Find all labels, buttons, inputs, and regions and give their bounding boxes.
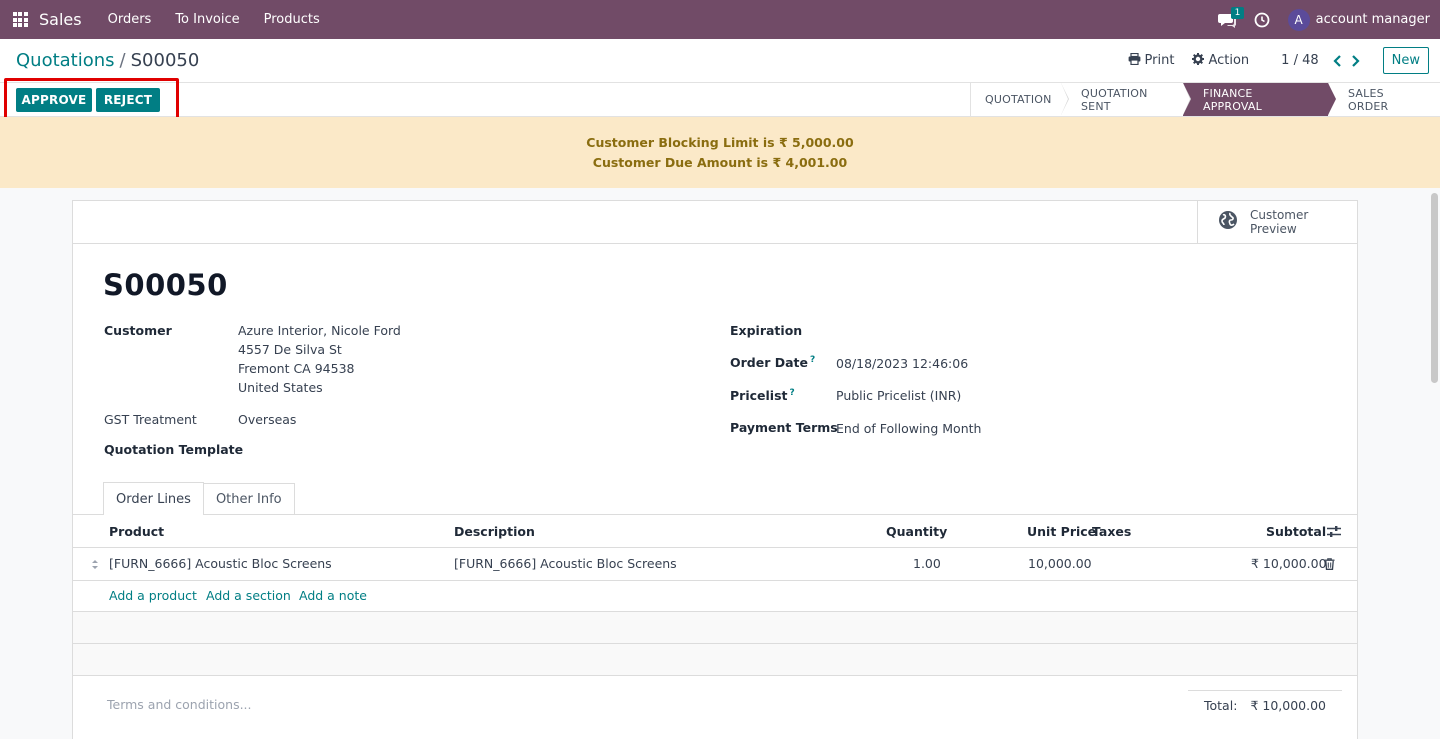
stage-label: QUOTATION: [985, 93, 1052, 106]
expiration-label: Expiration: [730, 323, 803, 338]
payment-terms-field[interactable]: End of Following Month: [836, 419, 981, 438]
row-description[interactable]: [FURN_6666] Acoustic Bloc Screens: [454, 556, 677, 571]
customer-name[interactable]: Azure Interior, Nicole Ford: [238, 321, 401, 340]
gst-treatment-field[interactable]: Overseas: [238, 410, 296, 429]
drag-handle-icon[interactable]: [91, 559, 99, 574]
pager-value[interactable]: 1 / 48: [1281, 53, 1318, 68]
customer-city: Fremont CA 94538: [238, 361, 355, 376]
app-brand[interactable]: Sales: [39, 10, 82, 29]
status-stages: QUOTATION QUOTATION SENT FINANCE APPROVA…: [970, 83, 1440, 117]
breadcrumb-quotations[interactable]: Quotations: [16, 50, 115, 71]
menu-orders[interactable]: Orders: [96, 12, 164, 27]
page-scrollbar[interactable]: [1431, 193, 1438, 383]
col-product[interactable]: Product: [109, 524, 164, 539]
gst-treatment-label: GST Treatment: [104, 412, 197, 427]
customer-preview-button[interactable]: Customer Preview: [1197, 201, 1357, 243]
add-note-link[interactable]: Add a note: [299, 588, 367, 603]
pricelist-field[interactable]: Public Pricelist (INR): [836, 386, 961, 405]
order-date-label-text: Order Date: [730, 355, 808, 371]
breadcrumb-separator: /: [119, 50, 126, 71]
table-row[interactable]: [FURN_6666] Acoustic Bloc Screens [FURN_…: [73, 548, 1357, 581]
row-product[interactable]: [FURN_6666] Acoustic Bloc Screens: [109, 556, 332, 571]
total-summary: Total: ₹ 10,000.00: [1188, 690, 1342, 713]
print-label: Print: [1144, 53, 1175, 68]
row-unit-price[interactable]: 10,000.00: [1028, 556, 1092, 571]
action-button[interactable]: Action: [1192, 52, 1250, 69]
activity-clock-icon[interactable]: [1254, 12, 1270, 28]
menu-products[interactable]: Products: [252, 12, 332, 27]
globe-icon: [1218, 210, 1238, 234]
new-button[interactable]: New: [1382, 47, 1429, 74]
top-navbar: Sales Orders To Invoice Products 1 A acc…: [0, 0, 1440, 39]
stage-finance-approval[interactable]: FINANCE APPROVAL: [1183, 83, 1336, 116]
stage-quotation[interactable]: QUOTATION: [971, 83, 1069, 116]
col-unit-price[interactable]: Unit Price: [1027, 524, 1096, 539]
smart-button-box: Customer Preview: [73, 201, 1357, 244]
print-icon: [1128, 52, 1141, 69]
col-subtotal[interactable]: Subtotal: [1266, 524, 1326, 539]
empty-row: [73, 644, 1357, 676]
empty-row: [73, 612, 1357, 644]
action-label: Action: [1208, 53, 1250, 68]
user-menu[interactable]: A account manager: [1287, 8, 1430, 31]
customer-country: United States: [238, 380, 323, 395]
tab-order-lines[interactable]: Order Lines: [103, 482, 204, 515]
help-tooltip-icon[interactable]: ?: [789, 388, 794, 398]
quotation-template-label: Quotation Template: [104, 442, 244, 457]
control-panel: Quotations / S00050 Print Action 1 / 48 Ne…: [0, 39, 1440, 83]
preview-line-1: Customer: [1250, 208, 1309, 222]
blocking-limit-text: Customer Blocking Limit is ₹ 5,000.00: [586, 135, 854, 150]
tab-other-info[interactable]: Other Info: [203, 483, 295, 515]
print-button[interactable]: Print: [1128, 52, 1175, 69]
stage-label: QUOTATION SENT: [1081, 86, 1148, 113]
breadcrumb: Quotations / S00050: [16, 50, 199, 71]
pager-next-icon[interactable]: [1347, 52, 1365, 70]
customer-preview-label: Customer Preview: [1250, 208, 1308, 236]
customer-field[interactable]: Azure Interior, Nicole Ford 4557 De Silv…: [238, 321, 401, 397]
chat-count-badge: 1: [1230, 6, 1245, 19]
total-value: ₹ 10,000.00: [1250, 698, 1326, 713]
col-taxes[interactable]: Taxes: [1092, 524, 1131, 539]
customer-street: 4557 De Silva St: [238, 342, 342, 357]
customer-label: Customer: [104, 323, 172, 338]
stage-sales-order[interactable]: SALES ORDER: [1328, 83, 1440, 116]
due-amount-text: Customer Due Amount is ₹ 4,001.00: [592, 155, 848, 170]
highlight-annotation-box: [4, 78, 179, 122]
add-line-row: Add a product Add a section Add a note: [73, 581, 1357, 612]
user-name: account manager: [1315, 12, 1430, 27]
form-sheet: Customer Preview S00050 Customer Azure I…: [72, 200, 1358, 739]
order-date-label: Order Date?: [730, 355, 815, 370]
optional-columns-toggle-icon[interactable]: [1327, 525, 1341, 542]
add-product-link[interactable]: Add a product: [109, 588, 197, 603]
total-label: Total:: [1204, 698, 1238, 713]
terms-input[interactable]: Terms and conditions...: [107, 697, 252, 712]
order-lines-header: Product Description Quantity Unit Price …: [73, 515, 1357, 548]
preview-line-2: Preview: [1250, 222, 1297, 236]
gear-icon: [1192, 52, 1205, 69]
menu-to-invoice[interactable]: To Invoice: [163, 12, 251, 27]
help-tooltip-icon[interactable]: ?: [810, 355, 815, 365]
order-date-field[interactable]: 08/18/2023 12:46:06: [836, 354, 968, 373]
col-quantity[interactable]: Quantity: [886, 524, 947, 539]
add-section-link[interactable]: Add a section: [206, 588, 291, 603]
stage-label: SALES ORDER: [1348, 86, 1389, 113]
row-subtotal: ₹ 10,000.00: [1251, 556, 1327, 571]
status-row: APPROVE REJECT QUOTATION QUOTATION SENT …: [0, 78, 1440, 122]
chat-icon[interactable]: 1: [1217, 6, 1245, 30]
trash-icon[interactable]: [1324, 558, 1335, 574]
col-description[interactable]: Description: [454, 524, 535, 539]
payment-terms-label: Payment Terms: [730, 420, 838, 435]
row-quantity[interactable]: 1.00: [913, 556, 941, 571]
pricelist-label-text: Pricelist: [730, 388, 788, 404]
notebook-tabs: Order Lines Other Info: [103, 482, 295, 515]
pager-previous-icon[interactable]: [1329, 52, 1347, 70]
stage-quotation-sent[interactable]: QUOTATION SENT: [1061, 83, 1191, 116]
breadcrumb-current: S00050: [130, 50, 200, 71]
user-avatar: A: [1287, 8, 1310, 31]
credit-limit-alert: Customer Blocking Limit is ₹ 5,000.00 Cu…: [0, 117, 1440, 188]
pricelist-label: Pricelist?: [730, 388, 795, 403]
apps-menu-icon[interactable]: [2, 0, 38, 39]
record-title: S00050: [103, 268, 228, 302]
stage-label: FINANCE APPROVAL: [1203, 86, 1262, 113]
